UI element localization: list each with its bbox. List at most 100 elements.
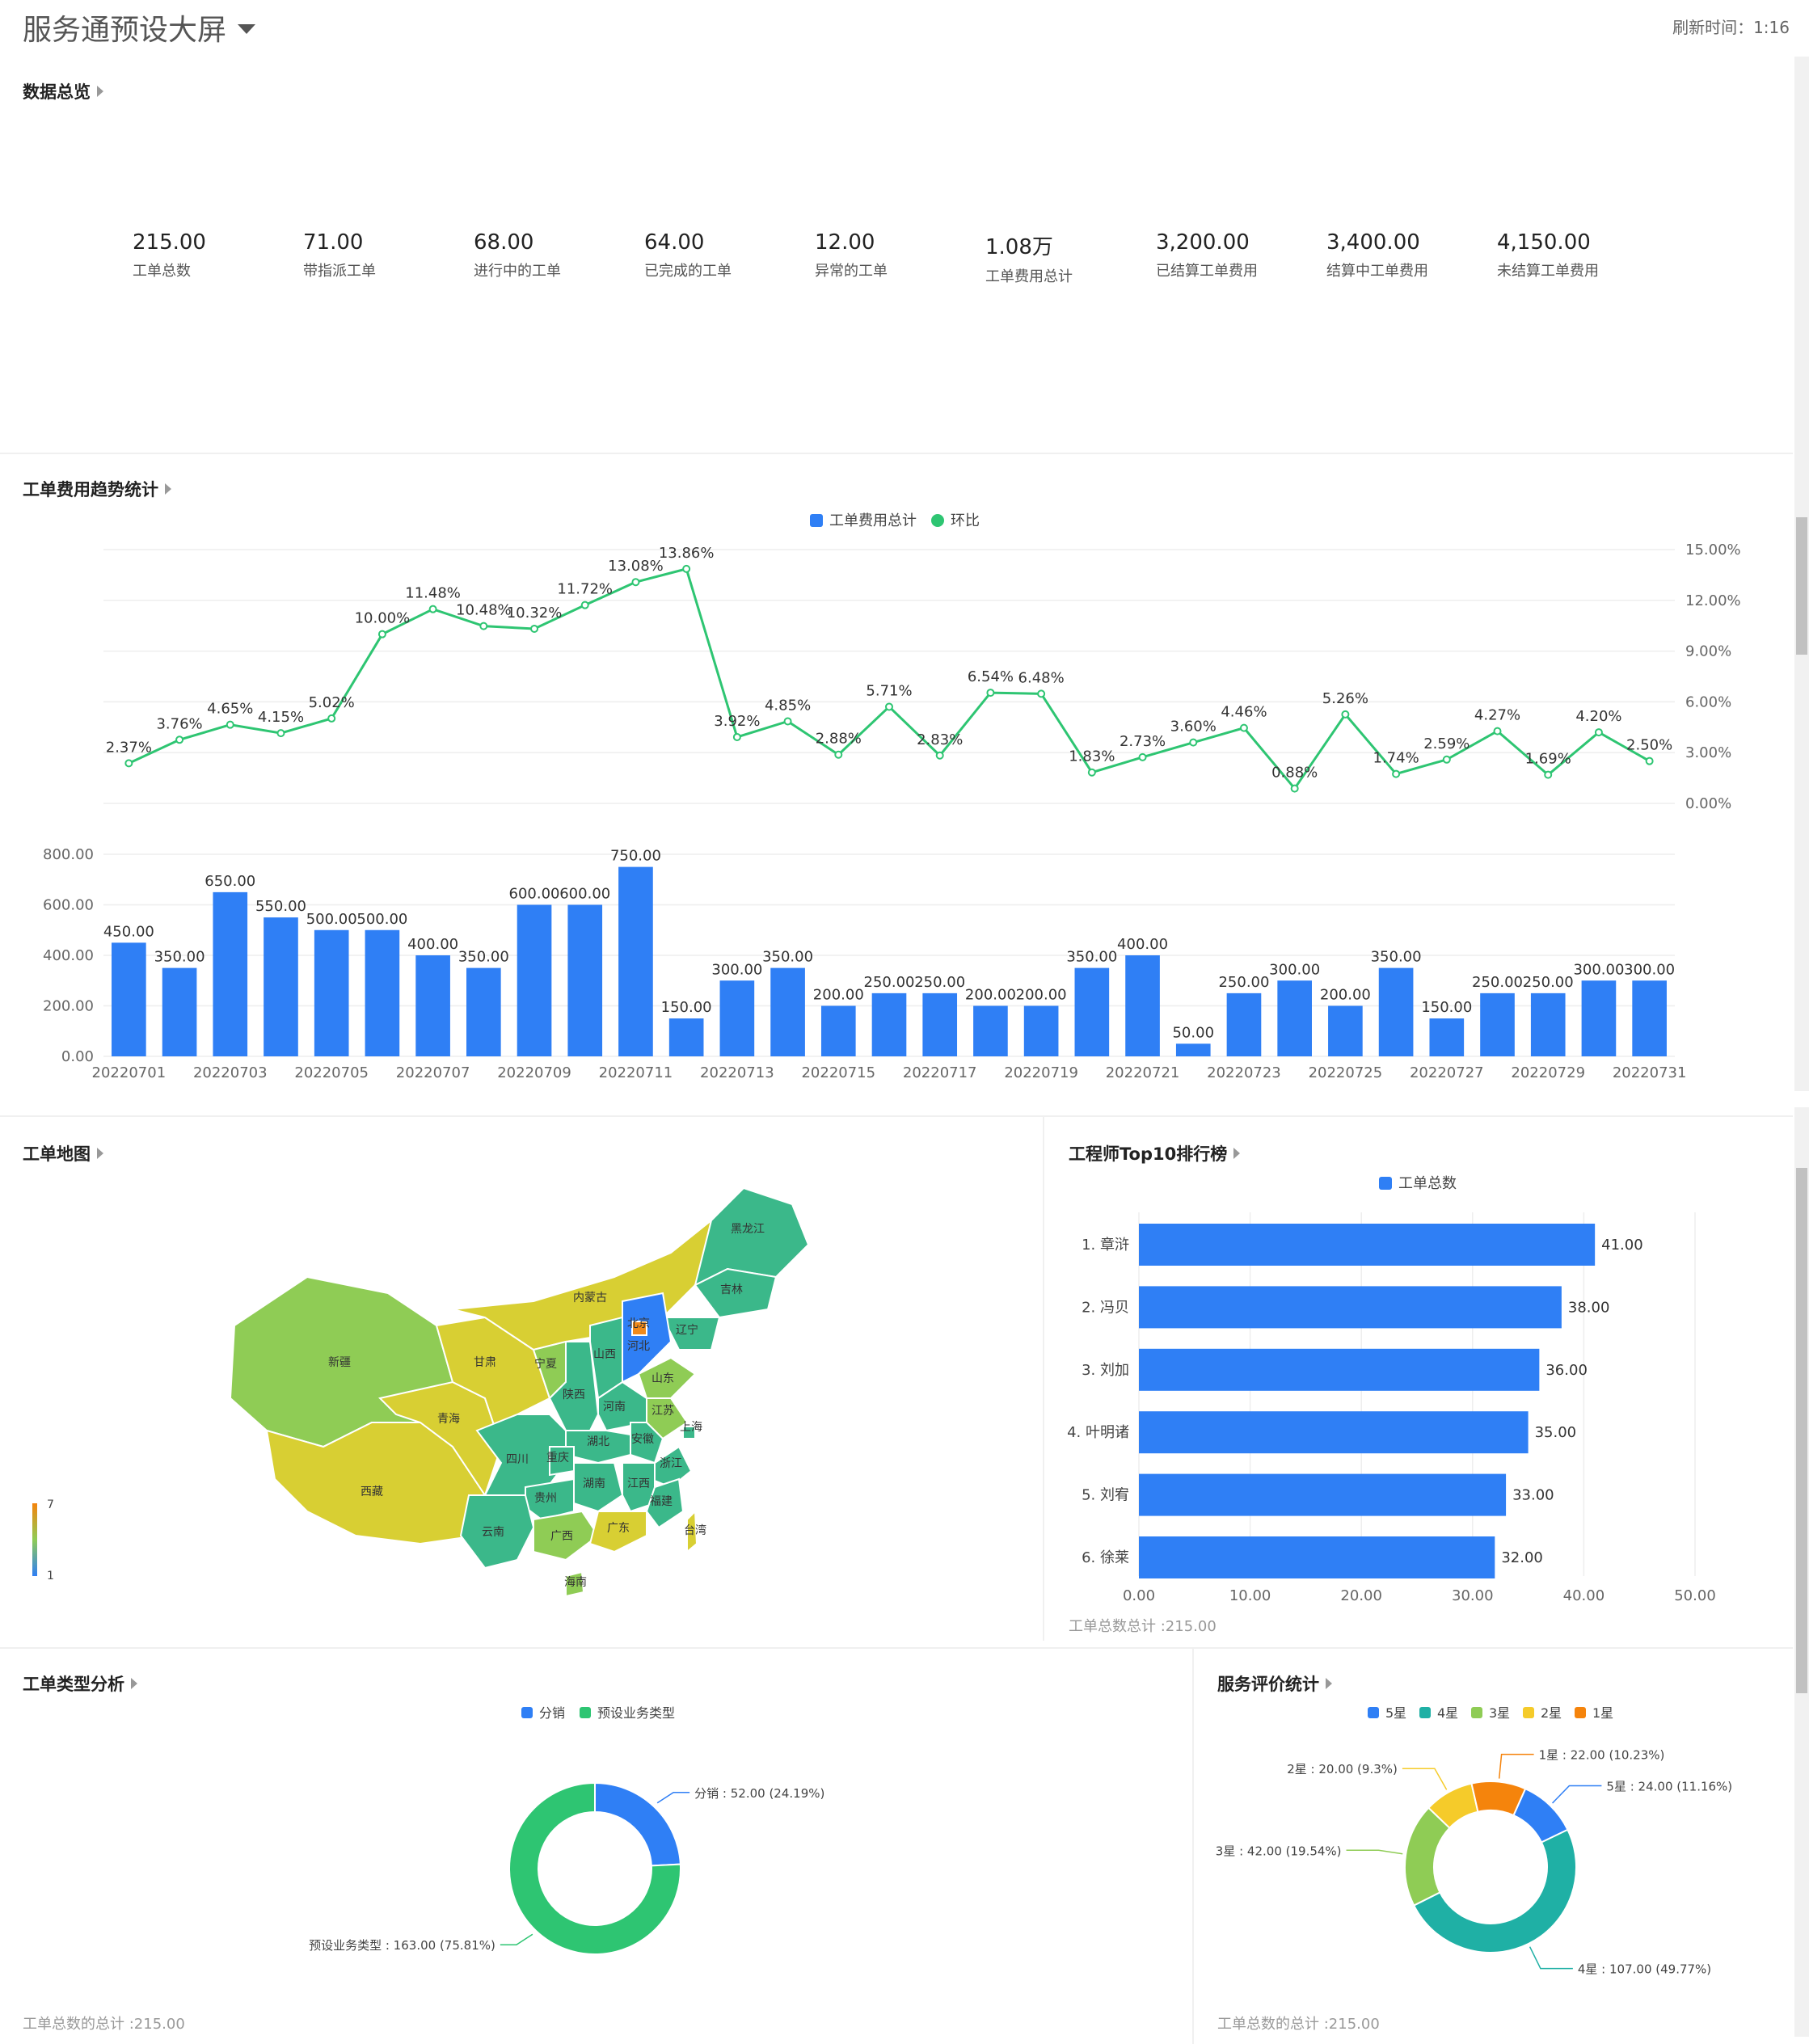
caret-right-icon[interactable] bbox=[165, 483, 171, 495]
line-point bbox=[479, 622, 488, 630]
province-label: 贵州 bbox=[534, 1492, 557, 1505]
bar-data-label: 35.00 bbox=[1535, 1424, 1577, 1441]
bar-data-label: 33.00 bbox=[1512, 1487, 1554, 1504]
line-data-label: 4.85% bbox=[765, 697, 811, 714]
line-data-label: 4.20% bbox=[1575, 708, 1621, 725]
bar bbox=[871, 992, 907, 1056]
legend-label-bar: 工单费用总计 bbox=[829, 512, 917, 529]
slice-label: 4星 : 107.00 (49.77%) bbox=[1578, 1962, 1711, 1977]
province-label: 台湾 bbox=[684, 1524, 706, 1537]
bar bbox=[567, 904, 603, 1056]
bar-data-label: 300.00 bbox=[1573, 961, 1624, 978]
line-data-label: 6.48% bbox=[1018, 669, 1065, 686]
line-data-label: 6.54% bbox=[968, 668, 1014, 685]
bar bbox=[719, 980, 755, 1056]
y-right-tick-label: 12.00% bbox=[1685, 592, 1741, 609]
line-data-label: 13.86% bbox=[659, 545, 715, 562]
y-left-tick-label: 600.00 bbox=[43, 897, 94, 914]
chevron-down-icon[interactable] bbox=[238, 24, 256, 34]
bar bbox=[1480, 992, 1515, 1056]
x-tick-label: 20220721 bbox=[1106, 1064, 1180, 1081]
y-category-label: 2. 冯贝 bbox=[1082, 1299, 1129, 1316]
divider bbox=[0, 1115, 1793, 1117]
legend-swatch bbox=[1379, 1177, 1392, 1190]
dashboard-title[interactable]: 服务通预设大屏 bbox=[23, 6, 256, 48]
bar-data-label: 300.00 bbox=[1269, 961, 1320, 978]
y-right-tick-label: 9.00% bbox=[1685, 643, 1731, 660]
bar bbox=[1139, 1224, 1596, 1266]
china-map[interactable]: 新疆西藏 青海 甘肃 内蒙古 黑龙江吉林辽宁宁夏陕西 山西河北 北京山东河南 江苏安徽 上海湖北… bbox=[0, 1156, 1035, 1625]
kpi-card: 12.00 异常的工单 bbox=[815, 230, 976, 280]
bar bbox=[922, 992, 958, 1056]
bar bbox=[1139, 1473, 1507, 1516]
province-label: 上海 bbox=[680, 1421, 702, 1434]
y-left-tick-label: 400.00 bbox=[43, 947, 94, 964]
caret-right-icon[interactable] bbox=[1326, 1678, 1332, 1689]
bar-data-label: 200.00 bbox=[1320, 987, 1371, 1004]
scrollbar-thumb-2[interactable] bbox=[1796, 1168, 1807, 1693]
y-right-tick-label: 6.00% bbox=[1685, 693, 1731, 710]
bar bbox=[1125, 955, 1160, 1056]
line-data-label: 13.08% bbox=[608, 558, 664, 575]
kpi-value: 215.00 bbox=[133, 230, 206, 255]
province-label: 安徽 bbox=[631, 1433, 654, 1446]
bar-data-label: 300.00 bbox=[1624, 961, 1675, 978]
line-point bbox=[1290, 784, 1299, 793]
type-section-title[interactable]: 工单类型分析 bbox=[23, 1671, 137, 1696]
province-label: 江西 bbox=[627, 1477, 650, 1490]
province-label: 四川 bbox=[506, 1453, 529, 1466]
line-data-label: 4.65% bbox=[207, 701, 253, 718]
label-leader bbox=[1498, 1753, 1534, 1779]
line-data-label: 4.27% bbox=[1474, 707, 1520, 724]
kpi-card: 64.00 已完成的工单 bbox=[644, 230, 806, 280]
x-tick-label: 20220705 bbox=[294, 1064, 369, 1081]
overview-section-title[interactable]: 数据总览 bbox=[23, 79, 103, 103]
line-data-label: 10.00% bbox=[355, 610, 411, 627]
line-point bbox=[1189, 738, 1198, 747]
line-point bbox=[1037, 689, 1046, 698]
visual-map-scale bbox=[32, 1503, 37, 1576]
line-point bbox=[732, 732, 741, 741]
province-label: 云南 bbox=[482, 1526, 504, 1539]
x-tick-label: 40.00 bbox=[1563, 1587, 1605, 1604]
line-data-label: 2.59% bbox=[1423, 735, 1470, 752]
trend-chart: 工单费用总计 环比 0.00% 3.00% 6.00% 9.00% 12.00% 15.00%… bbox=[43, 512, 1741, 1081]
bar-data-label: 250.00 bbox=[1523, 974, 1574, 991]
bar bbox=[1023, 1005, 1059, 1056]
bar-data-label: 250.00 bbox=[1218, 974, 1269, 991]
bar bbox=[1074, 967, 1110, 1056]
rating-section-title[interactable]: 服务评价统计 bbox=[1217, 1671, 1332, 1696]
kpi-value: 3,400.00 bbox=[1326, 230, 1420, 255]
bar-data-label: 32.00 bbox=[1501, 1549, 1543, 1566]
ranking-section-title[interactable]: 工程师Top10排行榜 bbox=[1069, 1141, 1241, 1165]
bar bbox=[365, 929, 400, 1056]
line-data-label: 3.92% bbox=[714, 713, 760, 730]
province-label: 广东 bbox=[607, 1522, 630, 1535]
legend-label: 预设业务类型 bbox=[597, 1705, 675, 1721]
bar-data-label: 200.00 bbox=[813, 987, 864, 1004]
bar-data-label: 350.00 bbox=[1066, 949, 1117, 966]
bar-data-label: 50.00 bbox=[1172, 1024, 1214, 1041]
line-point bbox=[226, 720, 234, 729]
type-donut-chart: 分销 预设业务类型分销 : 52.00 (24.19%) 预设业务类型 : 163.… bbox=[309, 1705, 824, 1955]
bar bbox=[213, 891, 248, 1056]
x-tick-label: 20220725 bbox=[1309, 1064, 1383, 1081]
caret-right-icon[interactable] bbox=[1233, 1148, 1241, 1159]
x-tick-label: 20220731 bbox=[1613, 1064, 1687, 1081]
bar bbox=[264, 917, 298, 1056]
slice-label: 5星 : 24.00 (11.16%) bbox=[1606, 1779, 1732, 1793]
label-leader bbox=[1346, 1849, 1403, 1855]
line-point bbox=[1239, 723, 1248, 732]
bar bbox=[314, 929, 349, 1056]
bar bbox=[1139, 1286, 1562, 1329]
legend-swatch-line bbox=[931, 514, 944, 527]
trend-title-text: 工单费用趋势统计 bbox=[23, 480, 158, 499]
caret-right-icon[interactable] bbox=[97, 86, 103, 97]
bar bbox=[618, 866, 653, 1056]
scrollbar-thumb[interactable] bbox=[1796, 517, 1807, 655]
province-label: 陕西 bbox=[563, 1389, 585, 1401]
bar-data-label: 41.00 bbox=[1601, 1237, 1643, 1254]
line-point bbox=[276, 729, 285, 738]
caret-right-icon[interactable] bbox=[131, 1678, 137, 1689]
trend-section-title[interactable]: 工单费用趋势统计 bbox=[23, 477, 171, 501]
